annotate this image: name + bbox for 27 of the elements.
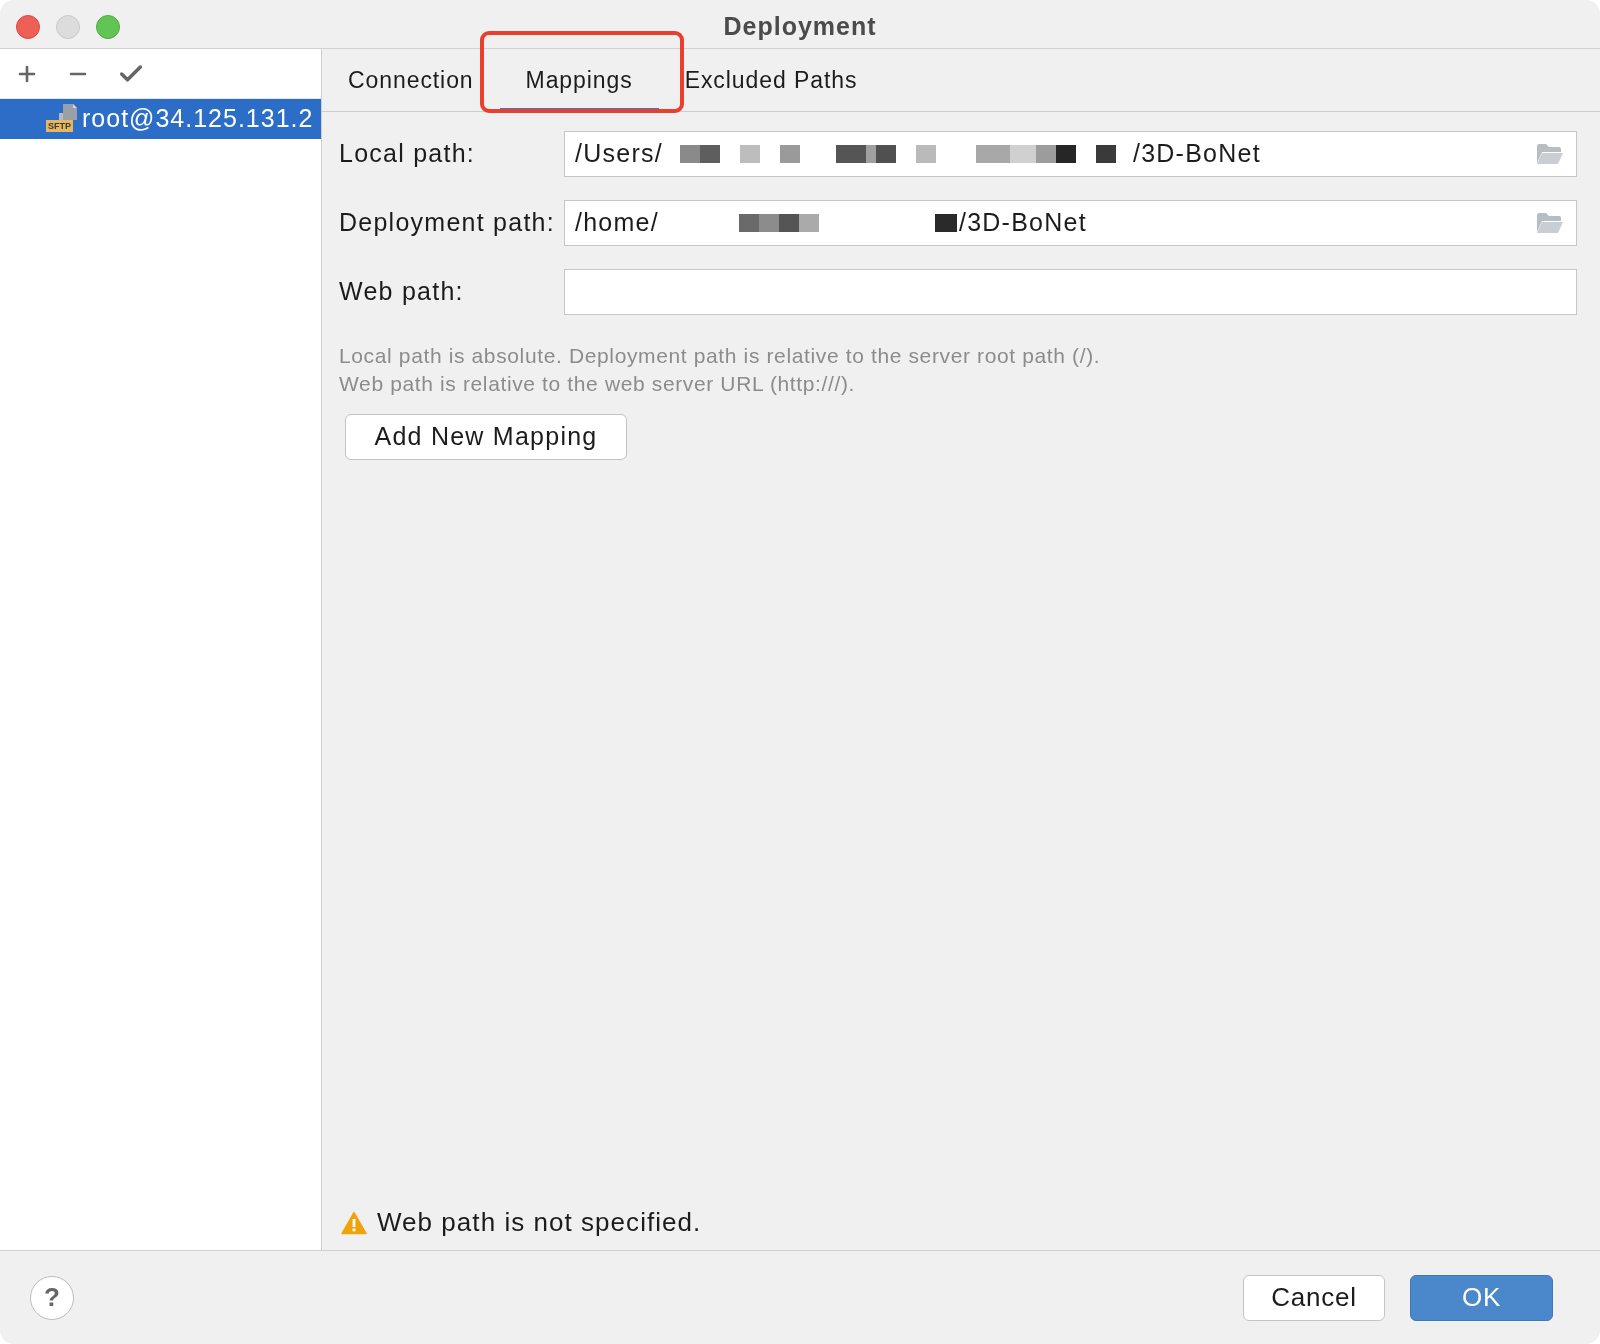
close-window-icon[interactable] [16,15,40,39]
minimize-window-icon[interactable] [56,15,80,39]
path-field[interactable]: /home/ /3D-BoNet [564,200,1577,246]
server-list-item[interactable]: SFTP root@34.125.131.2 [0,99,321,139]
ok-button[interactable]: OK [1410,1274,1553,1321]
tab[interactable]: Mappings [499,49,659,111]
folder-icon[interactable] [1536,212,1564,234]
tab[interactable]: Excluded Paths [658,49,884,111]
server-name: root@34.125.131.2 [82,103,314,135]
zoom-window-icon[interactable] [96,15,120,39]
warning-icon [341,1210,367,1235]
file-icon [57,104,77,120]
cancel-button[interactable]: Cancel [1243,1274,1385,1321]
path-field[interactable]: /Users/ /3D-BoNet [564,131,1577,177]
protocol-label: SFTP [46,120,73,132]
field-label: Web path: [339,276,465,308]
folder-icon[interactable] [1536,143,1564,165]
help-button[interactable]: ? [30,1275,74,1320]
field-label: Local path: [339,138,477,170]
window-title: Deployment [723,11,877,43]
field-label: Deployment path: [339,207,556,239]
warning-message: Web path is not specified. [377,1206,702,1239]
add-mapping-button[interactable]: Add New Mapping [345,414,627,460]
hint-text: Local path is absolute. Deployment path is relative to the server root path (/). [339,343,1101,369]
tab[interactable]: Connection [322,49,500,111]
text-field[interactable] [564,269,1577,315]
hint-text: Web path is relative to the web server URL (http:///). [339,371,856,397]
